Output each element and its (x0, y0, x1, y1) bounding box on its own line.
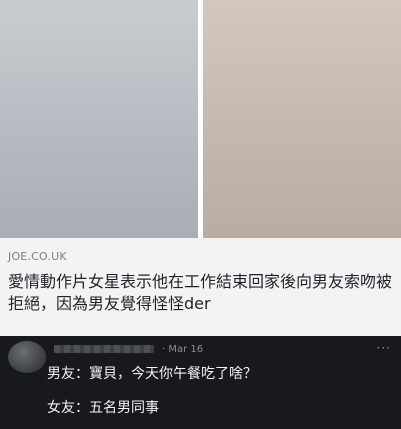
article-text-block[interactable]: JOE.CO.UK 愛情動作片女星表示他在工作結束回家後向男友索吻被拒絕，因為男… (0, 238, 401, 336)
article-headline[interactable]: 愛情動作片女星表示他在工作結束回家後向男友索吻被拒絕，因為男友覺得怪怪der (8, 271, 393, 315)
article-photo-left[interactable] (0, 0, 198, 238)
screenshot: JOE.CO.UK 愛情動作片女星表示他在工作結束回家後向男友索吻被拒絕，因為男… (0, 0, 401, 429)
post-date: · Mar 16 (162, 343, 204, 355)
article-source: JOE.CO.UK (8, 250, 67, 263)
post-header: · Mar 16 ··· (8, 341, 391, 373)
article-photo-row[interactable] (0, 0, 401, 238)
social-post: · Mar 16 ··· 男友：寶貝，今天你午餐吃了啥？ 女友：五名男同事 (0, 336, 401, 429)
more-options-icon[interactable]: ··· (377, 341, 391, 355)
avatar[interactable] (8, 341, 46, 373)
article-photo-right[interactable] (203, 0, 401, 238)
redacted-username (54, 345, 154, 353)
post-text-line-2: 女友：五名男同事 (47, 400, 159, 416)
post-text-line-1: 男友：寶貝，今天你午餐吃了啥？ (47, 366, 257, 382)
